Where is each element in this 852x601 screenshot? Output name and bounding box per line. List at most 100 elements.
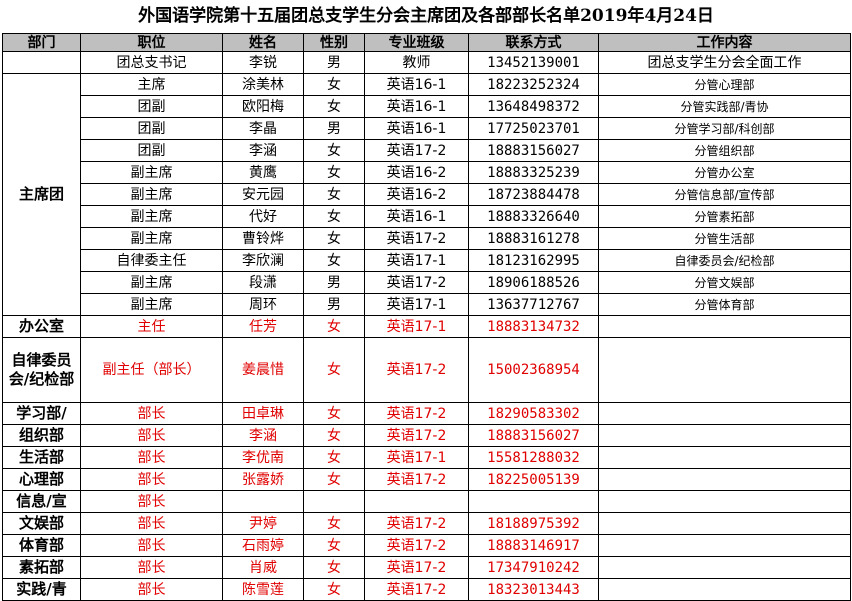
name-cell: 石雨婷 bbox=[222, 534, 304, 557]
gender-cell: 女 bbox=[303, 468, 365, 491]
name-cell: 田卓琳 bbox=[222, 402, 304, 425]
name-cell: 黄鹰 bbox=[222, 161, 304, 184]
gender-cell: 女 bbox=[303, 402, 365, 425]
class-cell: 英语16-1 bbox=[364, 95, 469, 118]
table-row: 学习部/部长 田卓琳女英语17-2 18290583302 bbox=[2, 402, 851, 425]
dept-cell: 心理部 bbox=[2, 468, 81, 491]
class-cell: 英语16-2 bbox=[364, 161, 469, 184]
duty-cell bbox=[598, 337, 851, 403]
table-row: 团副 欧阳梅女英语16-1 13648498372 分管实践部/青协 bbox=[3, 95, 851, 118]
gender-cell: 女 bbox=[303, 95, 365, 118]
phone-cell: 18223252324 bbox=[468, 73, 599, 96]
class-cell: 英语16-1 bbox=[364, 73, 469, 96]
duty-cell: 分管组织部 bbox=[598, 139, 851, 162]
duty-cell: 分管素拓部 bbox=[598, 205, 851, 228]
dept-cell: 生活部 bbox=[2, 446, 81, 469]
gender-cell: 女 bbox=[303, 556, 365, 579]
phone-cell: 18323013443 bbox=[468, 578, 599, 601]
dept-cell: 办公室 bbox=[2, 315, 81, 338]
gender-cell: 女 bbox=[303, 534, 365, 557]
duty-cell bbox=[598, 512, 851, 535]
duty-cell bbox=[598, 556, 851, 579]
class-cell: 英语17-2 bbox=[364, 402, 469, 425]
gender-cell: 男 bbox=[303, 293, 365, 316]
name-cell: 姜晨惜 bbox=[222, 337, 304, 403]
class-cell: 英语16-1 bbox=[364, 117, 469, 140]
class-cell: 英语17-1 bbox=[364, 293, 469, 316]
class-cell: 英语16-2 bbox=[364, 183, 469, 206]
gender-cell: 女 bbox=[303, 446, 365, 469]
dept-cell: 自律委员会/纪检部 bbox=[2, 337, 81, 403]
name-cell: 涂美林 bbox=[222, 73, 304, 96]
name-cell: 李涵 bbox=[222, 139, 304, 162]
dept-cell: 实践/青 bbox=[2, 578, 81, 601]
name-cell: 李优南 bbox=[222, 446, 304, 469]
gender-cell: 女 bbox=[303, 139, 365, 162]
class-cell: 英语17-2 bbox=[364, 337, 469, 403]
table-row: 自律委员会/纪检部 副主任（部长） 姜晨惜女英语17-2 15002368954 bbox=[2, 337, 851, 403]
class-cell: 英语17-2 bbox=[364, 468, 469, 491]
name-cell: 李涵 bbox=[222, 424, 304, 447]
position-cell: 副主席 bbox=[80, 271, 223, 294]
phone-cell: 13452139001 bbox=[468, 51, 599, 74]
class-cell: 英语16-1 bbox=[364, 205, 469, 228]
position-cell: 团副 bbox=[80, 95, 223, 118]
phone-cell bbox=[468, 490, 599, 513]
duty-cell: 分管学习部/科创部 bbox=[598, 117, 851, 140]
gender-cell bbox=[303, 490, 365, 513]
class-cell: 英语17-1 bbox=[364, 446, 469, 469]
duty-cell bbox=[598, 468, 851, 491]
class-cell: 英语17-2 bbox=[364, 556, 469, 579]
position-cell: 团总支书记 bbox=[80, 51, 223, 74]
position-cell: 部长 bbox=[80, 468, 223, 491]
position-cell: 部长 bbox=[80, 446, 223, 469]
name-cell: 李欣澜 bbox=[222, 249, 304, 272]
class-cell: 英语17-1 bbox=[364, 315, 469, 338]
class-cell: 教师 bbox=[364, 51, 469, 74]
class-cell: 英语17-2 bbox=[364, 139, 469, 162]
gender-cell: 女 bbox=[303, 161, 365, 184]
table-row: 主席团 主席 涂美林女英语16-1 18223252324 分管心理部 bbox=[2, 73, 851, 316]
table-row: 心理部 部长 张露娇女英语17-2 18225005139 bbox=[2, 468, 851, 491]
dept-cell-presidium: 主席团 bbox=[2, 73, 81, 316]
phone-cell: 18883161278 bbox=[468, 227, 599, 250]
table-row: 组织部 部长 李涵女英语17-2 18883156027 bbox=[2, 424, 851, 447]
name-cell: 李锐 bbox=[222, 51, 304, 74]
name-cell: 安元园 bbox=[222, 183, 304, 206]
phone-cell: 15581288032 bbox=[468, 446, 599, 469]
position-cell: 部长 bbox=[80, 578, 223, 601]
col-header-gender: 性别 bbox=[303, 33, 365, 52]
class-cell: 英语17-1 bbox=[364, 249, 469, 272]
dept-cell: 体育部 bbox=[2, 534, 81, 557]
dept-cell bbox=[2, 51, 81, 74]
table-row: 团副 李涵女英语17-2 18883156027 分管组织部 bbox=[3, 139, 851, 162]
table-row: 副主席 周环男英语17-1 13637712767 分管体育部 bbox=[3, 293, 851, 316]
duty-cell: 分管心理部 bbox=[598, 73, 851, 96]
duty-cell bbox=[598, 534, 851, 557]
gender-cell: 女 bbox=[303, 205, 365, 228]
table-row: 文娱部 部长 尹婷女英语17-2 18188975392 bbox=[2, 512, 851, 535]
gender-cell: 女 bbox=[303, 315, 365, 338]
phone-cell: 18883156027 bbox=[468, 139, 599, 162]
gender-cell: 女 bbox=[303, 578, 365, 601]
duty-cell bbox=[598, 402, 851, 425]
class-cell: 英语17-2 bbox=[364, 227, 469, 250]
phone-cell: 18290583302 bbox=[468, 402, 599, 425]
col-header-class: 专业班级 bbox=[364, 33, 469, 52]
col-header-position: 职位 bbox=[80, 33, 223, 52]
gender-cell: 女 bbox=[303, 183, 365, 206]
duty-cell: 分管体育部 bbox=[598, 293, 851, 316]
position-cell: 自律委主任 bbox=[80, 249, 223, 272]
phone-cell: 18906188526 bbox=[468, 271, 599, 294]
phone-cell: 17725023701 bbox=[468, 117, 599, 140]
roster-table: 部门 职位 姓名 性别 专业班级 联系方式 工作内容 团总支书记 李锐 男 教师… bbox=[2, 33, 851, 601]
position-cell: 副主席 bbox=[80, 205, 223, 228]
position-cell: 副主席 bbox=[80, 161, 223, 184]
col-header-name: 姓名 bbox=[222, 33, 304, 52]
table-row: 体育部 部长 石雨婷女英语17-2 18883146917 bbox=[2, 534, 851, 557]
duty-cell bbox=[598, 315, 851, 338]
phone-cell: 18883326640 bbox=[468, 205, 599, 228]
dept-cell: 信息/宣 bbox=[2, 490, 81, 513]
position-cell: 主席 bbox=[80, 73, 223, 96]
phone-cell: 18123162995 bbox=[468, 249, 599, 272]
